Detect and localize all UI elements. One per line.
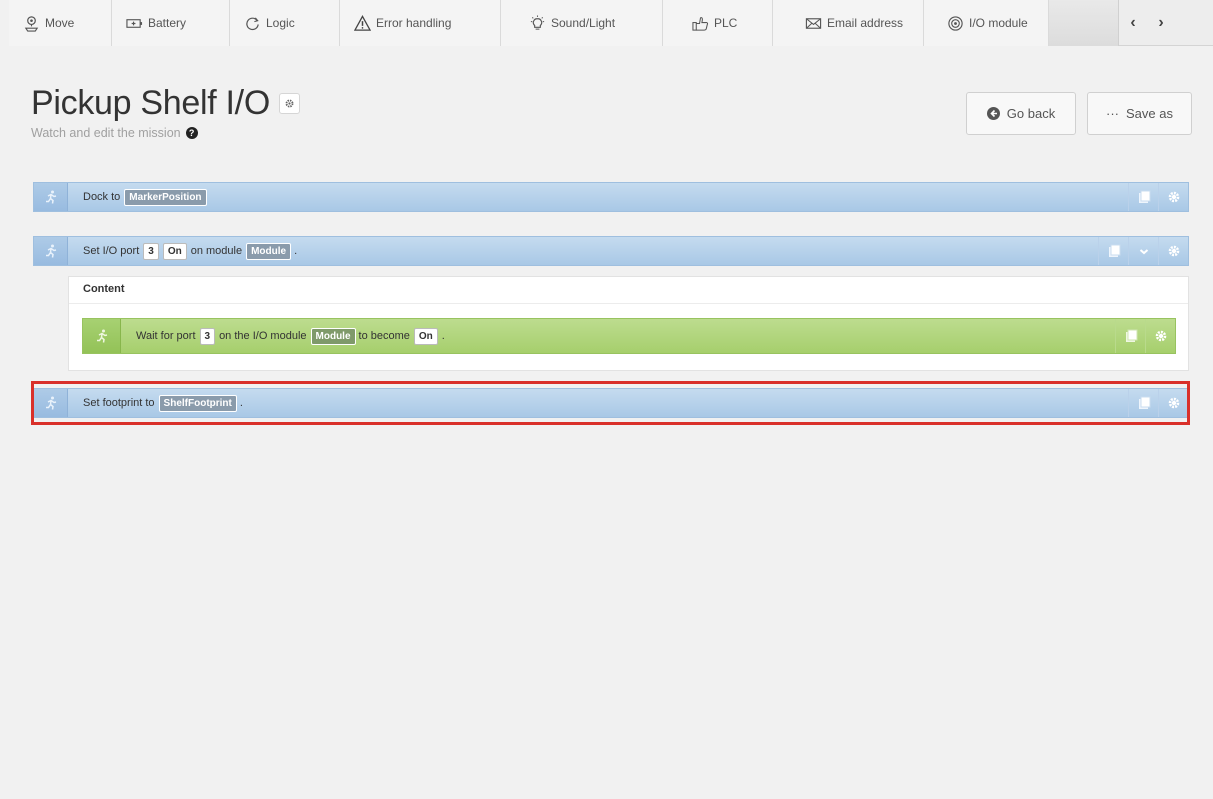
io-module-icon — [946, 14, 964, 32]
drag-handle[interactable] — [34, 183, 68, 211]
settings-button[interactable] — [1158, 183, 1188, 211]
loop-icon — [243, 14, 261, 32]
tab-sound-light-label: Sound/Light — [551, 16, 616, 30]
save-as-label: Save as — [1126, 106, 1173, 121]
port-parameter[interactable]: 3 — [143, 242, 159, 260]
copy-icon — [1125, 329, 1137, 342]
row-actions — [1115, 319, 1175, 353]
tab-move-label: Move — [45, 16, 75, 30]
gear-icon — [1168, 245, 1179, 257]
running-figure-icon — [96, 329, 107, 343]
module-parameter[interactable]: Module — [310, 327, 356, 345]
title-row: Pickup Shelf I/O — [31, 86, 300, 120]
drag-handle[interactable] — [34, 237, 68, 265]
port-parameter[interactable]: 3 — [199, 327, 216, 345]
copy-button[interactable] — [1098, 237, 1128, 265]
page-subtitle: Watch and edit the mission ? — [31, 126, 198, 140]
tab-email-address[interactable]: Email address — [773, 0, 924, 46]
save-as-button[interactable]: ··· Save as — [1087, 92, 1192, 135]
row-text-end: . — [294, 245, 298, 257]
state-parameter[interactable]: On — [162, 242, 187, 260]
tab-plc[interactable]: PLC — [663, 0, 773, 46]
chevron-left-icon: ‹ — [1130, 14, 1136, 31]
action-category-tabs: Move Battery Logic Error handling Sound/… — [9, 0, 1213, 46]
copy-icon — [1108, 244, 1120, 257]
location-pin-icon — [22, 14, 40, 32]
mission-row-set-io-port[interactable]: Set I/O port 3 On on module Module . — [33, 236, 1189, 266]
row-description: Wait for port 3 on the I/O module Module… — [121, 327, 445, 345]
scroll-right-button[interactable]: › — [1147, 0, 1175, 46]
chevron-down-icon — [1139, 249, 1148, 255]
back-arrow-icon — [986, 107, 1000, 120]
envelope-icon — [804, 14, 822, 32]
running-figure-icon — [45, 244, 56, 258]
tab-logic-label: Logic — [266, 16, 295, 30]
collapse-button[interactable] — [1128, 237, 1158, 265]
gear-icon — [1168, 191, 1179, 203]
tab-io-module-label: I/O module — [969, 16, 1028, 30]
mission-settings-button[interactable] — [278, 92, 300, 114]
page-title: Pickup Shelf I/O — [31, 84, 270, 122]
tab-error-handling-label: Error handling — [376, 16, 452, 30]
row-text-2: on the I/O module — [219, 330, 307, 342]
row-text-1: Set I/O port — [83, 245, 140, 257]
go-back-button[interactable]: Go back — [966, 92, 1076, 135]
state-parameter[interactable]: On — [413, 327, 438, 345]
module-parameter[interactable]: Module — [246, 242, 292, 260]
running-figure-icon — [45, 190, 56, 204]
tab-battery[interactable]: Battery — [112, 0, 230, 46]
tab-sound-light[interactable]: Sound/Light — [501, 0, 663, 46]
row-text-prefix: Dock to — [83, 191, 121, 203]
tab-battery-label: Battery — [148, 16, 187, 30]
scroll-left-button[interactable]: ‹ — [1119, 0, 1147, 46]
tab-move[interactable]: Move — [9, 0, 112, 46]
copy-button[interactable] — [1128, 183, 1158, 211]
tab-logic[interactable]: Logic — [230, 0, 340, 46]
marker-parameter[interactable]: MarkerPosition — [124, 188, 207, 206]
row-text-3: to become — [358, 330, 410, 342]
help-icon[interactable]: ? — [185, 127, 198, 139]
divider — [69, 303, 1188, 304]
copy-button[interactable] — [1115, 319, 1145, 353]
row-actions — [1098, 237, 1188, 265]
bulb-icon — [528, 14, 546, 32]
row-text-end: . — [441, 330, 445, 342]
row-description: Set I/O port 3 On on module Module . — [68, 242, 298, 260]
chevron-right-icon: › — [1158, 14, 1164, 31]
row-text-2: on module — [190, 245, 243, 257]
row-actions — [1128, 183, 1188, 211]
go-back-label: Go back — [1006, 106, 1056, 121]
row-description: Dock to MarkerPosition — [68, 188, 210, 206]
gear-icon — [285, 99, 294, 107]
settings-button[interactable] — [1145, 319, 1175, 353]
subtitle-text: Watch and edit the mission — [31, 126, 181, 140]
tab-error-handling[interactable]: Error handling — [340, 0, 501, 46]
settings-button[interactable] — [1158, 237, 1188, 265]
more-dots-icon: ··· — [1106, 106, 1119, 121]
row-text-1: Wait for port — [136, 330, 196, 342]
drag-handle[interactable] — [83, 319, 121, 353]
tab-plc-label: PLC — [714, 16, 738, 30]
thumbs-up-icon — [691, 14, 709, 32]
selection-highlight — [31, 381, 1190, 425]
mission-row-dock[interactable]: Dock to MarkerPosition — [33, 182, 1189, 212]
warning-icon — [353, 14, 371, 32]
content-label: Content — [83, 283, 125, 295]
tab-more[interactable] — [1049, 0, 1119, 46]
battery-icon — [125, 14, 143, 32]
gear-icon — [1155, 330, 1166, 342]
mission-row-wait-for-port[interactable]: Wait for port 3 on the I/O module Module… — [82, 318, 1176, 354]
tab-io-module[interactable]: I/O module — [924, 0, 1049, 46]
copy-icon — [1138, 190, 1150, 203]
tab-email-address-label: Email address — [827, 16, 904, 30]
